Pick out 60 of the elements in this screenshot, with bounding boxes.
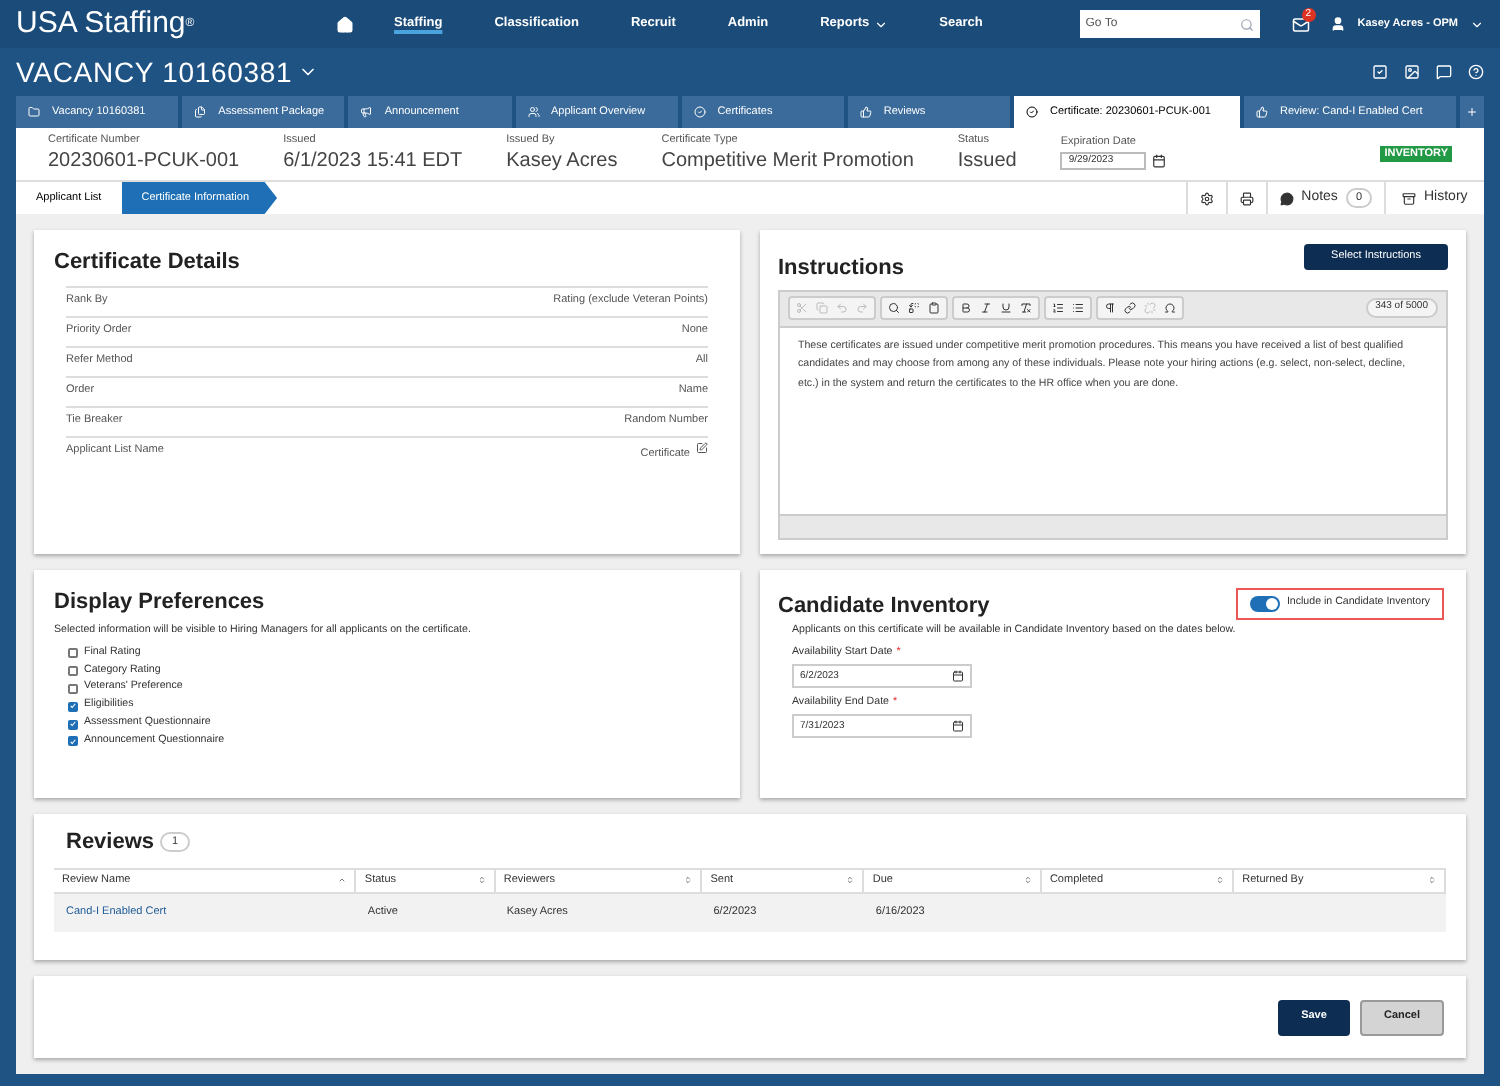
bold-icon[interactable] bbox=[960, 302, 972, 314]
plus-icon bbox=[1466, 106, 1479, 118]
checkbox[interactable] bbox=[68, 683, 78, 694]
paragraph-icon[interactable] bbox=[1104, 302, 1116, 314]
field-value: Kasey Acres bbox=[506, 151, 618, 172]
field-value: Competitive Merit Promotion bbox=[661, 151, 914, 172]
edit-icon[interactable] bbox=[696, 441, 708, 453]
calendar-icon bbox=[952, 670, 964, 683]
mail-icon[interactable] bbox=[1291, 15, 1310, 33]
checkbox[interactable] bbox=[68, 719, 78, 730]
history-icon bbox=[1402, 191, 1416, 205]
numbered-list-icon[interactable] bbox=[1052, 302, 1064, 314]
tab-icon bbox=[859, 106, 872, 118]
help-icon[interactable] bbox=[1468, 64, 1484, 80]
search-icon[interactable] bbox=[888, 302, 900, 314]
add-tab-button[interactable] bbox=[1460, 96, 1485, 128]
bullet-list-icon[interactable] bbox=[1072, 302, 1084, 314]
tab-icon bbox=[28, 106, 40, 118]
checklist-icon[interactable] bbox=[1372, 64, 1388, 80]
checkbox[interactable] bbox=[68, 736, 78, 747]
checkbox[interactable] bbox=[68, 666, 78, 677]
link-icon[interactable] bbox=[1124, 302, 1136, 314]
section-title: Candidate Inventory bbox=[778, 592, 990, 622]
tab-icon bbox=[693, 106, 706, 118]
field-value: 20230601-PCUK-001 bbox=[48, 151, 240, 172]
comment-icon bbox=[1279, 191, 1294, 205]
tab-icon bbox=[194, 106, 207, 118]
checkbox[interactable] bbox=[68, 648, 78, 659]
paste-icon[interactable] bbox=[928, 302, 940, 314]
sort-icon bbox=[1428, 876, 1436, 884]
section-title: Display Preferences bbox=[54, 588, 267, 618]
checkbox[interactable] bbox=[68, 701, 78, 712]
user-icon bbox=[1329, 16, 1346, 32]
tab-icon bbox=[527, 106, 540, 118]
field-value: Issued bbox=[957, 151, 1017, 172]
vacancy-title[interactable]: VACANCY 10160381 bbox=[16, 51, 293, 93]
chat-icon[interactable] bbox=[1436, 64, 1452, 80]
brand-logo[interactable]: USA Staffing$^{®}$ bbox=[16, 1, 336, 47]
section-title: Instructions bbox=[778, 254, 904, 284]
image-icon[interactable] bbox=[1404, 64, 1420, 80]
calendar-icon[interactable] bbox=[1152, 153, 1167, 168]
replace-icon[interactable] bbox=[908, 302, 920, 314]
omega-icon[interactable] bbox=[1164, 302, 1176, 314]
field-value: 6/1/2023 15:41 EDT bbox=[283, 151, 463, 172]
tab-icon bbox=[1026, 106, 1039, 118]
print-icon[interactable] bbox=[1239, 191, 1254, 205]
section-title: Reviews bbox=[66, 828, 155, 858]
caret-icon bbox=[873, 17, 888, 31]
italic-icon[interactable] bbox=[980, 302, 992, 314]
home-icon[interactable] bbox=[336, 15, 354, 33]
caret-icon bbox=[1470, 17, 1484, 31]
search-icon bbox=[1239, 17, 1254, 31]
underline-icon[interactable] bbox=[1000, 302, 1012, 314]
section-title: Certificate Details bbox=[54, 248, 242, 278]
toggle-switch bbox=[1250, 595, 1281, 612]
calendar-icon bbox=[952, 720, 964, 733]
settings-icon[interactable] bbox=[1199, 191, 1214, 205]
tab-icon bbox=[360, 106, 373, 118]
tab-icon bbox=[1256, 106, 1269, 118]
clear-format-icon[interactable] bbox=[1020, 302, 1032, 314]
